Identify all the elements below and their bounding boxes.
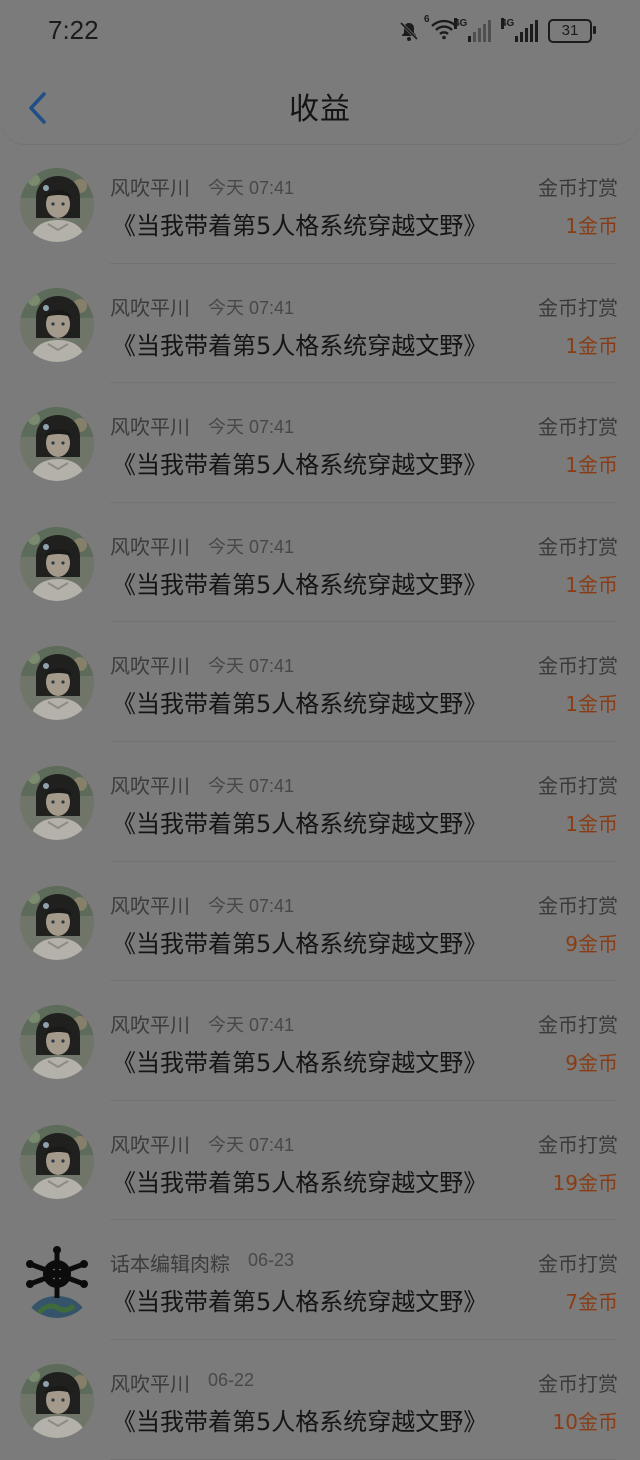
- list-item[interactable]: 风吹平川 今天 07:41 《当我带着第5人格系统穿越文野》 金币打赏 1金币: [0, 383, 640, 503]
- coin-amount: 1金币: [565, 811, 618, 836]
- coin-amount: 9金币: [565, 1051, 618, 1076]
- timestamp: 今天 07:41: [208, 1134, 295, 1155]
- sender-name: 话本编辑肉粽: [110, 1252, 230, 1277]
- coin-amount: 1金币: [565, 453, 618, 478]
- avatar[interactable]: [20, 1363, 94, 1438]
- sender-name: 风吹平川: [110, 1132, 190, 1157]
- battery-level: 31: [561, 22, 579, 39]
- signal-icon-1: 4G: [454, 17, 491, 42]
- timestamp: 06-23: [248, 1250, 295, 1271]
- list-item[interactable]: 话本编辑肉粽 06-23 《当我带着第5人格系统穿越文野》 金币打赏 7金币: [0, 1220, 640, 1340]
- book-title: 《当我带着第5人格系统穿越文野》: [112, 1407, 488, 1436]
- avatar[interactable]: [20, 765, 94, 840]
- book-title: 《当我带着第5人格系统穿越文野》: [112, 1168, 488, 1197]
- avatar[interactable]: [20, 526, 94, 601]
- timestamp: 06-22: [208, 1369, 255, 1390]
- avatar[interactable]: [20, 168, 94, 242]
- reward-type: 金币打赏: [538, 534, 618, 559]
- book-title: 《当我带着第5人格系统穿越文野》: [112, 451, 488, 480]
- earnings-list: 风吹平川 今天 07:41 《当我带着第5人格系统穿越文野》 金币打赏 1金币 风吹平川…: [0, 144, 640, 1460]
- timestamp: 今天 07:41: [208, 536, 295, 557]
- timestamp: 今天 07:41: [208, 656, 295, 677]
- status-time: 7:22: [48, 15, 99, 45]
- list-item[interactable]: 风吹平川 今天 07:41 《当我带着第5人格系统穿越文野》 金币打赏 1金币: [0, 622, 640, 742]
- reward-type: 金币打赏: [538, 1371, 618, 1396]
- avatar[interactable]: [20, 646, 94, 721]
- book-title: 《当我带着第5人格系统穿越文野》: [112, 690, 488, 719]
- timestamp: 今天 07:41: [208, 895, 295, 916]
- status-icons: 6 4G 4G 31: [398, 14, 596, 43]
- timestamp: 今天 07:41: [208, 775, 295, 796]
- book-title: 《当我带着第5人格系统穿越文野》: [112, 1049, 488, 1078]
- sender-name: 风吹平川: [110, 1013, 190, 1038]
- coin-amount: 1金币: [565, 572, 618, 597]
- reward-type: 金币打赏: [538, 176, 618, 200]
- sender-name: 风吹平川: [110, 893, 190, 918]
- timestamp: 今天 07:41: [208, 297, 295, 318]
- sender-name: 风吹平川: [110, 534, 190, 559]
- list-item[interactable]: 风吹平川 今天 07:41 《当我带着第5人格系统穿越文野》 金币打赏 1金币: [0, 264, 640, 384]
- book-title: 《当我带着第5人格系统穿越文野》: [112, 929, 488, 958]
- list-item[interactable]: 风吹平川 今天 07:41 《当我带着第5人格系统穿越文野》 金币打赏 9金币: [0, 981, 640, 1101]
- coin-amount: 7金币: [565, 1290, 618, 1315]
- reward-type: 金币打赏: [538, 1132, 618, 1157]
- reward-type: 金币打赏: [538, 893, 618, 918]
- timestamp: 今天 07:41: [208, 1015, 295, 1036]
- coin-amount: 1金币: [565, 692, 618, 717]
- wifi-tag: 6: [424, 14, 430, 25]
- sender-name: 风吹平川: [110, 773, 190, 798]
- coin-amount: 10金币: [552, 1409, 618, 1434]
- book-title: 《当我带着第5人格系统穿越文野》: [112, 570, 488, 599]
- coin-amount: 1金币: [565, 214, 618, 238]
- reward-type: 金币打赏: [538, 1252, 618, 1277]
- list-item[interactable]: 风吹平川 06-22 《当我带着第5人格系统穿越文野》 金币打赏 10金币: [0, 1340, 640, 1460]
- avatar[interactable]: [20, 1244, 94, 1319]
- mute-bell-icon: [399, 21, 419, 41]
- page-title: 收益: [289, 92, 351, 127]
- avatar[interactable]: [20, 407, 94, 482]
- avatar[interactable]: [20, 885, 94, 960]
- coin-amount: 19金币: [552, 1170, 618, 1195]
- sender-name: 风吹平川: [110, 654, 190, 679]
- sender-name: 风吹平川: [110, 176, 190, 200]
- divider: [110, 1458, 616, 1460]
- avatar[interactable]: [20, 1005, 94, 1080]
- list-item[interactable]: 风吹平川 今天 07:41 《当我带着第5人格系统穿越文野》 金币打赏 1金币: [0, 742, 640, 862]
- signal-icon-2: 4G: [501, 17, 538, 42]
- reward-type: 金币打赏: [538, 415, 618, 440]
- reward-type: 金币打赏: [538, 773, 618, 798]
- timestamp: 今天 07:41: [208, 178, 295, 198]
- status-bar: 7:22 6 4G 4G 31: [0, 0, 640, 62]
- list-item[interactable]: 风吹平川 今天 07:41 《当我带着第5人格系统穿越文野》 金币打赏 1金币: [0, 503, 640, 623]
- battery-icon: 31: [548, 18, 596, 43]
- list-item[interactable]: 风吹平川 今天 07:41 《当我带着第5人格系统穿越文野》 金币打赏 9金币: [0, 862, 640, 982]
- signal-tag: 4G: [454, 17, 468, 29]
- list-item[interactable]: 风吹平川 今天 07:41 《当我带着第5人格系统穿越文野》 金币打赏 1金币: [0, 144, 640, 264]
- reward-type: 金币打赏: [538, 1013, 618, 1038]
- signal-tag-2: 4G: [501, 17, 515, 29]
- reward-type: 金币打赏: [538, 295, 618, 320]
- list-item[interactable]: 风吹平川 今天 07:41 《当我带着第5人格系统穿越文野》 金币打赏 19金币: [0, 1101, 640, 1221]
- sender-name: 风吹平川: [110, 415, 190, 440]
- sender-name: 风吹平川: [110, 295, 190, 320]
- book-title: 《当我带着第5人格系统穿越文野》: [112, 809, 488, 838]
- book-title: 《当我带着第5人格系统穿越文野》: [112, 331, 488, 360]
- avatar[interactable]: [20, 287, 94, 362]
- avatar[interactable]: [20, 1124, 94, 1199]
- reward-type: 金币打赏: [538, 654, 618, 679]
- sender-name: 风吹平川: [110, 1371, 190, 1396]
- coin-amount: 1金币: [565, 333, 618, 358]
- book-title: 《当我带着第5人格系统穿越文野》: [112, 212, 488, 240]
- top-bar: 收益: [2, 62, 638, 144]
- book-title: 《当我带着第5人格系统穿越文野》: [112, 1288, 488, 1317]
- coin-amount: 9金币: [565, 931, 618, 956]
- timestamp: 今天 07:41: [208, 417, 295, 438]
